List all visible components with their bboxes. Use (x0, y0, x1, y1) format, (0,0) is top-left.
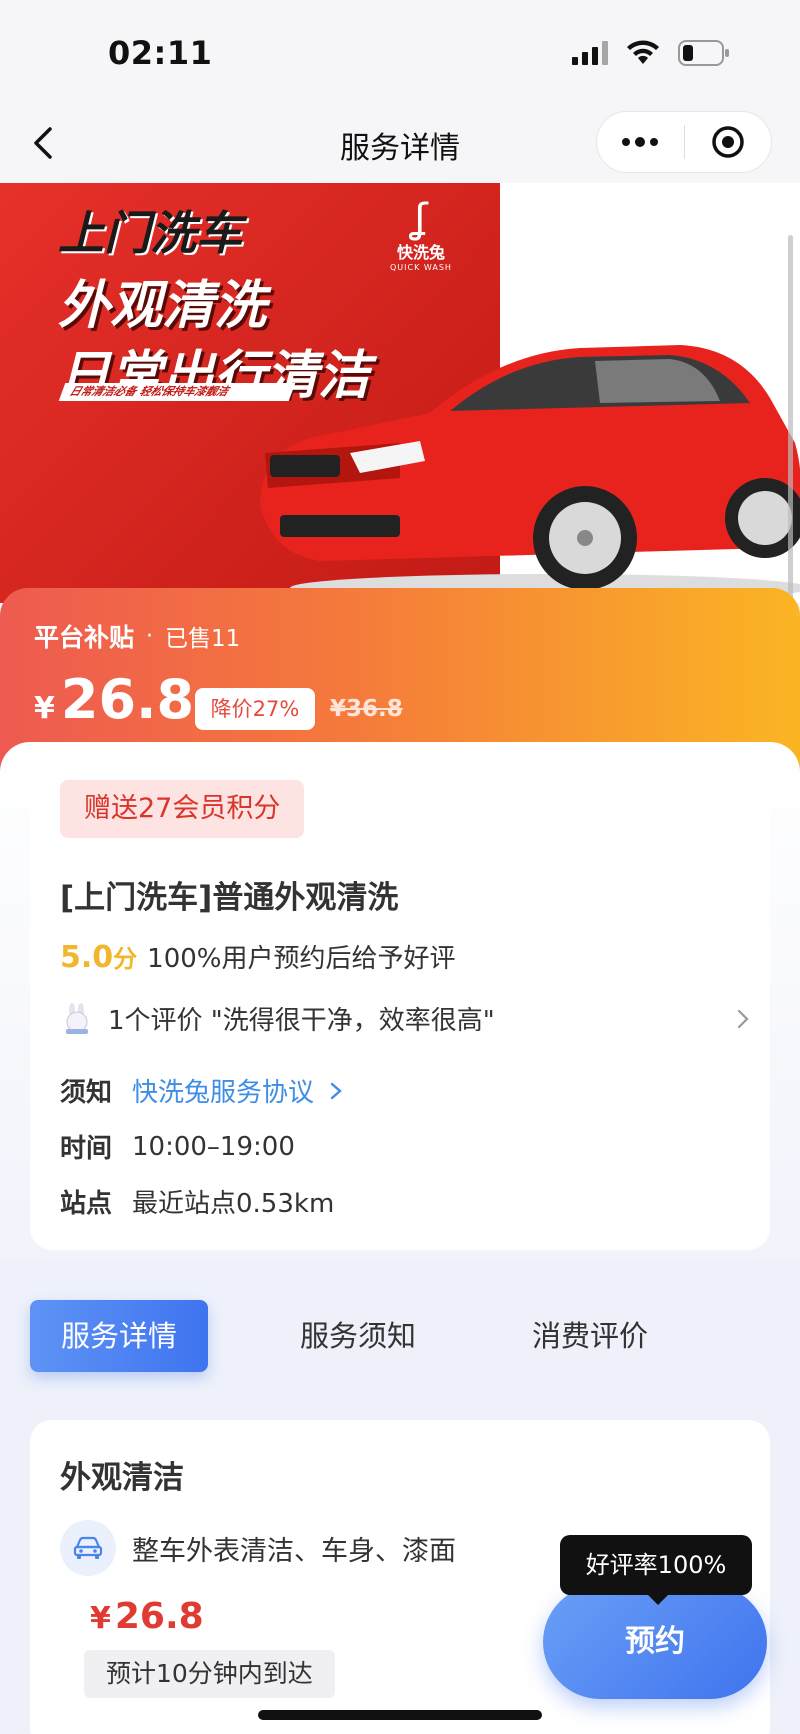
sold-count: 已售11 (165, 626, 241, 652)
service-agreement-link[interactable]: 快洗兔服务协议 (132, 1072, 314, 1109)
rating-tooltip: 好评率100% (560, 1535, 752, 1605)
original-price: ¥36.8 (330, 696, 403, 722)
status-time: 02:11 (108, 34, 213, 72)
site-label: 站点 (60, 1189, 113, 1219)
service-info-card: 赠送27会员积分 [上门洗车]普通外观清洗 5.0分 100%用户预约后给予好评… (0, 742, 800, 1262)
notice-row[interactable]: 须知 快洗兔服务协议 (60, 1072, 344, 1109)
subsidy-tag: 平台补贴 (34, 623, 135, 652)
rating-text: 100%用户预约后给予好评 (147, 944, 456, 974)
notice-label: 须知 (60, 1078, 113, 1108)
red-car-illustration (260, 345, 800, 602)
detail-price: ¥ 26.8 (90, 1596, 204, 1637)
wifi-icon (626, 40, 660, 66)
hours-value: 10:00–19:00 (132, 1131, 295, 1162)
price-value: 26.8 (60, 668, 195, 731)
review-text: 1个评价 "洗得很干净，效率很高" (108, 1006, 495, 1036)
tab-service-details[interactable]: 服务详情 (30, 1300, 208, 1372)
more-options-icon[interactable] (597, 112, 684, 172)
hours-row: 时间 10:00–19:00 (60, 1128, 295, 1165)
rating-score: 5.0分 (60, 940, 138, 975)
chevron-right-icon (737, 1009, 749, 1028)
site-value: 最近站点0.53km (132, 1189, 335, 1219)
mini-program-capsule (596, 111, 772, 173)
promo-row: 平台补贴 · 已售11 (34, 618, 240, 654)
service-title: [上门洗车]普通外观清洗 (60, 880, 399, 916)
home-indicator (258, 1710, 542, 1720)
detail-currency: ¥ (90, 1601, 111, 1636)
discount-badge: 降价27% (195, 688, 315, 730)
banner-image: 上门洗车 外观清洗 日常出行清洁 日常清洁必备 轻松保持车漆靓洁 ʆ 快洗兔 Q… (0, 183, 800, 603)
car-icon (60, 1520, 116, 1576)
site-row: 站点 最近站点0.53km (60, 1183, 334, 1220)
eta-badge: 预计10分钟内到达 (84, 1650, 335, 1698)
brand-name-cn: 快洗兔 (396, 243, 445, 262)
detail-tabs: 服务详情 服务须知 消费评价 (30, 1300, 770, 1372)
brand-name-en: QUICK WASH (390, 263, 452, 272)
status-bar: 02:11 (0, 0, 800, 105)
separator-dot: · (146, 623, 154, 649)
banner-line-2: 外观清洗 (58, 276, 267, 336)
hours-label: 时间 (60, 1134, 113, 1164)
reviewer-avatar-icon (66, 1002, 88, 1034)
current-price: ¥ 26.8 (34, 668, 194, 731)
service-info-panel: 赠送27会员积分 [上门洗车]普通外观清洗 5.0分 100%用户预约后给予好评… (30, 742, 770, 1250)
tab-service-notice[interactable]: 服务须知 (268, 1300, 448, 1372)
detail-title: 外观清洁 (60, 1460, 184, 1496)
rating-row: 5.0分 100%用户预约后给予好评 (60, 938, 456, 975)
chevron-right-icon (330, 1082, 342, 1099)
currency-symbol: ¥ (34, 691, 55, 726)
close-mini-program-icon[interactable] (685, 112, 772, 172)
nav-bar: 服务详情 (0, 105, 800, 183)
cellular-signal-icon (572, 41, 608, 65)
battery-icon (678, 40, 730, 66)
banner-line-1: 上门洗车 (58, 206, 242, 260)
brand-logo: ʆ 快洗兔 QUICK WASH (390, 199, 452, 272)
status-icons (572, 40, 730, 66)
detail-item: 整车外表清洁、车身、漆面 (60, 1520, 456, 1576)
review-summary-row[interactable]: 1个评价 "洗得很干净，效率很高" (60, 1000, 750, 1037)
points-badge: 赠送27会员积分 (60, 780, 305, 838)
tab-reviews[interactable]: 消费评价 (500, 1300, 680, 1372)
detail-description: 整车外表清洁、车身、漆面 (132, 1535, 456, 1567)
rabbit-logo-icon: ʆ (414, 196, 428, 242)
detail-price-value: 26.8 (114, 1596, 204, 1637)
